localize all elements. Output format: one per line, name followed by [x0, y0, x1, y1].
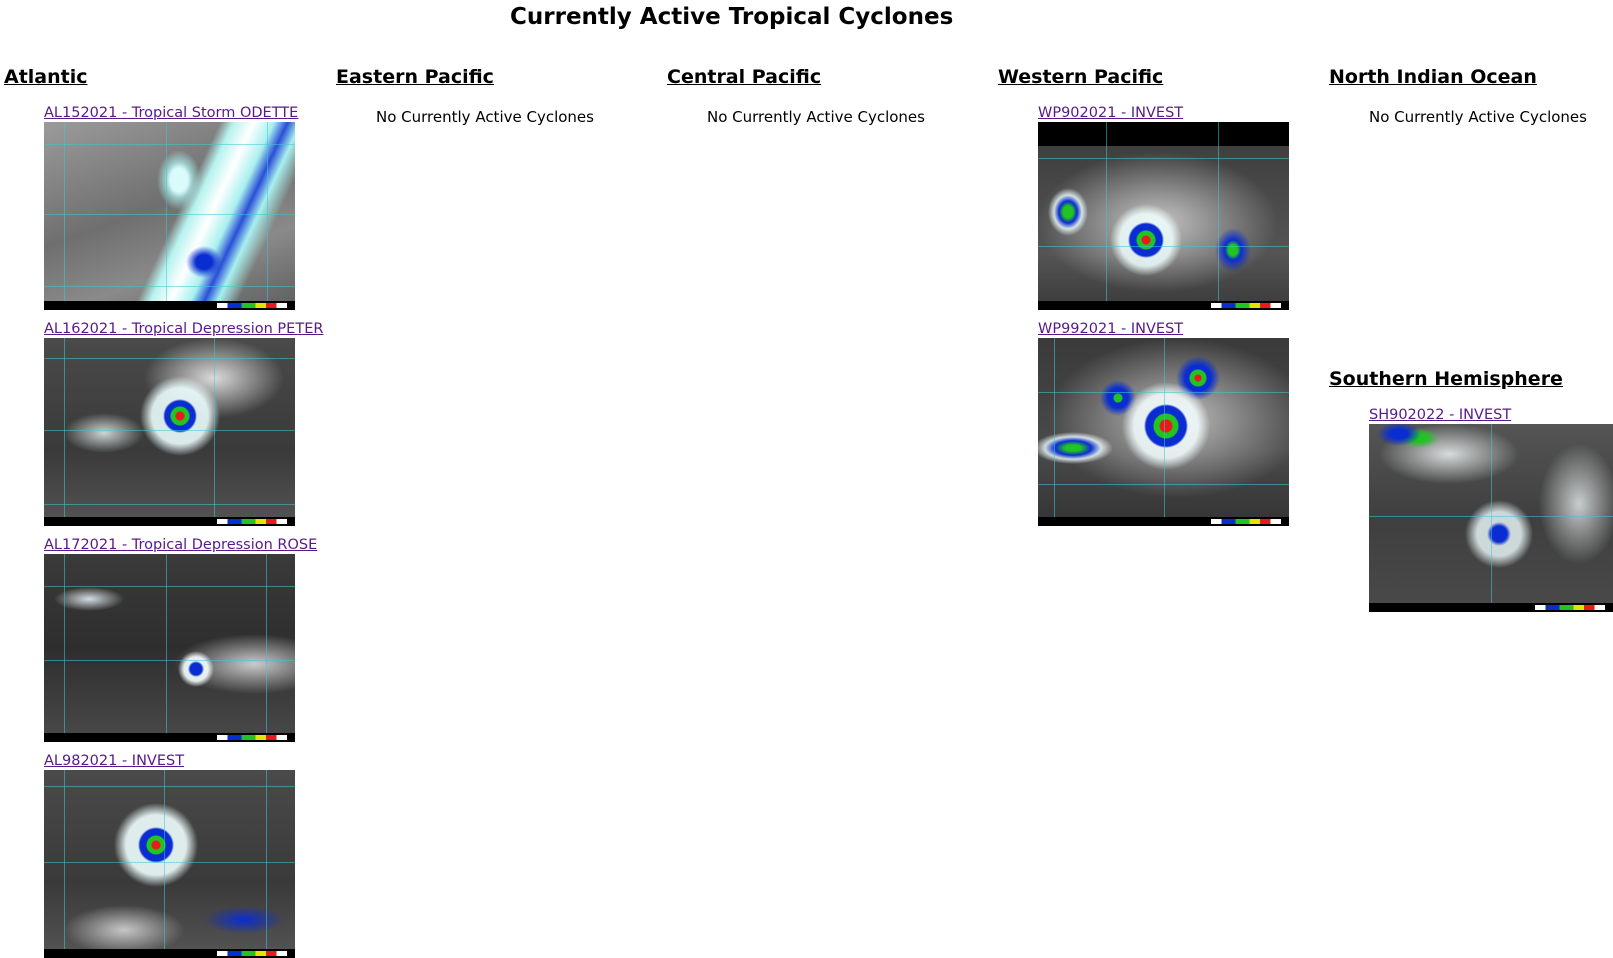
region-heading-eastern-pacific: Eastern Pacific: [336, 66, 494, 88]
region-heading-atlantic: Atlantic: [4, 66, 88, 88]
region-atlantic: Atlantic AL152021 - Tropical Storm ODETT…: [4, 66, 323, 958]
satellite-image-wp992021[interactable]: [1038, 338, 1289, 526]
region-southern-hemisphere: Southern Hemisphere SH902022 - INVEST: [1329, 368, 1613, 612]
storm-entry: AL162021 - Tropical Depression PETER: [44, 320, 323, 526]
storm-link-al982021[interactable]: AL982021 - INVEST: [44, 752, 323, 770]
no-active-cyclones-text: No Currently Active Cyclones: [707, 108, 925, 126]
storm-link-wp902021[interactable]: WP902021 - INVEST: [1038, 104, 1289, 122]
storm-entry: WP902021 - INVEST: [1038, 104, 1289, 310]
satellite-image-al162021[interactable]: [44, 338, 295, 526]
page-title: Currently Active Tropical Cyclones: [510, 4, 954, 30]
storm-entry: AL982021 - INVEST: [44, 752, 323, 958]
satellite-image-al152021[interactable]: [44, 122, 295, 310]
region-north-indian-ocean: North Indian Ocean No Currently Active C…: [1329, 66, 1587, 126]
region-central-pacific: Central Pacific No Currently Active Cycl…: [667, 66, 925, 126]
storm-entry: AL152021 - Tropical Storm ODETTE: [44, 104, 323, 310]
storm-link-wp992021[interactable]: WP992021 - INVEST: [1038, 320, 1289, 338]
satellite-image-al982021[interactable]: [44, 770, 295, 958]
region-western-pacific: Western Pacific WP902021 - INVEST WP9920…: [998, 66, 1289, 526]
storm-entry: AL172021 - Tropical Depression ROSE: [44, 536, 323, 742]
storm-link-al162021[interactable]: AL162021 - Tropical Depression PETER: [44, 320, 323, 338]
region-eastern-pacific: Eastern Pacific No Currently Active Cycl…: [336, 66, 594, 126]
region-heading-western-pacific: Western Pacific: [998, 66, 1164, 88]
no-active-cyclones-text: No Currently Active Cyclones: [376, 108, 594, 126]
storm-link-al172021[interactable]: AL172021 - Tropical Depression ROSE: [44, 536, 323, 554]
satellite-image-wp902021[interactable]: [1038, 122, 1289, 310]
region-heading-north-indian-ocean: North Indian Ocean: [1329, 66, 1537, 88]
storm-entry: WP992021 - INVEST: [1038, 320, 1289, 526]
storm-link-al152021[interactable]: AL152021 - Tropical Storm ODETTE: [44, 104, 323, 122]
satellite-image-al172021[interactable]: [44, 554, 295, 742]
no-active-cyclones-text: No Currently Active Cyclones: [1369, 108, 1587, 126]
region-heading-southern-hemisphere: Southern Hemisphere: [1329, 368, 1563, 390]
storm-link-sh902022[interactable]: SH902022 - INVEST: [1369, 406, 1613, 424]
satellite-image-sh902022[interactable]: [1369, 424, 1613, 612]
storm-entry: SH902022 - INVEST: [1369, 406, 1613, 612]
region-heading-central-pacific: Central Pacific: [667, 66, 822, 88]
